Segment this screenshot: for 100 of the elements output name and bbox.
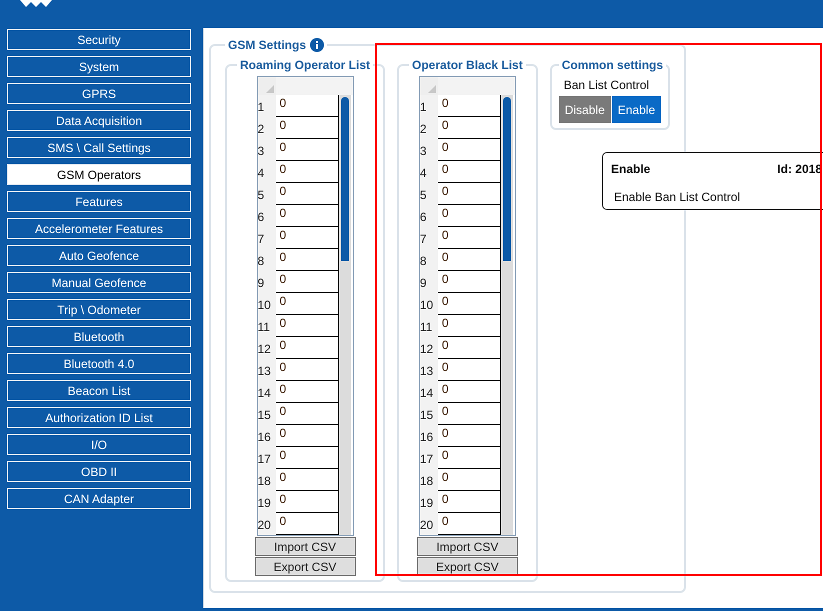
table-cell[interactable]: 0 [438,95,501,117]
csv-button[interactable]: Import CSV [254,537,356,556]
sidebar-item[interactable]: Bluetooth [7,326,191,347]
logo-icon [20,0,54,8]
row-number: 3 [258,139,276,161]
corner-icon [266,85,274,93]
sidebar-item[interactable]: Trip \ Odometer [7,299,191,320]
table-cell[interactable]: 0 [438,249,501,271]
row-number: 3 [420,139,438,161]
group-title: Roaming Operator List [240,58,370,72]
scrollbar-thumb[interactable] [340,97,348,261]
table-cell[interactable]: 0 [276,491,338,513]
row-number: 14 [258,381,276,403]
table-cell[interactable]: 0 [276,139,338,161]
table-cell[interactable]: 0 [438,139,501,161]
sidebar-item[interactable]: I/O [7,434,191,455]
row-number: 19 [420,491,438,513]
row-number: 1 [420,95,438,117]
sidebar-item[interactable]: Authorization ID List [7,407,191,428]
table-cell[interactable]: 0 [438,227,501,249]
tooltip-title: Enable [611,162,650,176]
row-number: 11 [258,315,276,337]
row-number: 15 [420,403,438,425]
table-cell[interactable]: 0 [276,337,338,359]
table-cell[interactable]: 0 [438,117,501,139]
toggle-option[interactable]: Disable [558,96,611,123]
row-number: 17 [258,447,276,469]
table-cell[interactable]: 0 [438,315,501,337]
table-cell[interactable]: 0 [438,271,501,293]
table-cell[interactable]: 0 [276,271,338,293]
table-cell[interactable]: 0 [276,315,338,337]
row-number: 2 [420,117,438,139]
sidebar-item[interactable]: Data Acquisition [7,110,191,131]
table-cell[interactable]: 0 [276,161,338,183]
table-cell[interactable]: 0 [276,249,338,271]
sidebar-item[interactable]: Manual Geofence [7,272,191,293]
row-number: 8 [420,249,438,271]
row-number: 4 [258,161,276,183]
info-icon[interactable] [310,38,324,52]
table-cell[interactable]: 0 [276,425,338,447]
sidebar-item[interactable]: Security [7,29,191,50]
tooltip-text: Enable Ban List Control [613,190,742,204]
sidebar-item[interactable]: Auto Geofence [7,245,191,266]
corner-icon [428,85,436,93]
table-cell[interactable]: 0 [438,403,501,425]
scrollbar[interactable] [500,95,513,535]
row-number: 7 [258,227,276,249]
table-cell[interactable]: 0 [438,293,501,315]
table-cell[interactable]: 0 [276,381,338,403]
sidebar-item[interactable]: Features [7,191,191,212]
sidebar-item[interactable]: System [7,56,191,77]
row-number: 4 [420,161,438,183]
row-number: 7 [420,227,438,249]
table-cell[interactable]: 0 [438,381,501,403]
toggle-option[interactable]: Enable [612,96,662,123]
table-cell[interactable]: 0 [276,183,338,205]
row-number: 20 [258,513,276,535]
sidebar-item[interactable]: SMS \ Call Settings [7,137,191,158]
scrollbar-thumb[interactable] [502,97,511,261]
table-cell[interactable]: 0 [438,513,501,535]
sidebar-item[interactable]: GPRS [7,83,191,104]
row-number: 9 [420,271,438,293]
row-number: 10 [258,293,276,315]
table-cell[interactable]: 0 [276,469,338,491]
scrollbar[interactable] [338,95,350,535]
table-cell[interactable]: 0 [438,425,501,447]
table-cell[interactable]: 0 [276,205,338,227]
table-cell[interactable]: 0 [276,447,338,469]
csv-button[interactable]: Import CSV [416,537,518,556]
table-cell[interactable]: 0 [438,359,501,381]
table-cell[interactable]: 0 [276,513,338,535]
table-cell[interactable]: 0 [438,491,501,513]
field-label: Ban List Control [562,78,650,92]
row-number: 16 [258,425,276,447]
table-cell[interactable]: 0 [276,359,338,381]
table-cell[interactable]: 0 [438,183,501,205]
sidebar-item[interactable]: CAN Adapter [7,488,191,509]
table-cell[interactable]: 0 [276,293,338,315]
sidebar-item[interactable]: GSM Operators [7,164,191,185]
table-cell[interactable]: 0 [276,403,338,425]
csv-button[interactable]: Export CSV [254,557,356,576]
sidebar-item[interactable]: Beacon List [7,380,191,401]
table-cell[interactable]: 0 [438,337,501,359]
sidebar-item[interactable]: OBD II [7,461,191,482]
row-number: 12 [420,337,438,359]
sidebar-item[interactable]: Bluetooth 4.0 [7,353,191,374]
table-cell[interactable]: 0 [276,95,338,117]
table-cell[interactable]: 0 [276,117,338,139]
row-number: 5 [420,183,438,205]
row-number: 17 [420,447,438,469]
row-number: 19 [258,491,276,513]
table-cell[interactable]: 0 [438,161,501,183]
table-cell[interactable]: 0 [438,469,501,491]
row-number: 9 [258,271,276,293]
table-cell[interactable]: 0 [438,205,501,227]
sidebar-item[interactable]: Accelerometer Features [7,218,191,239]
table-cell[interactable]: 0 [276,227,338,249]
row-number: 6 [258,205,276,227]
table-cell[interactable]: 0 [438,447,501,469]
row-number: 20 [420,513,438,535]
